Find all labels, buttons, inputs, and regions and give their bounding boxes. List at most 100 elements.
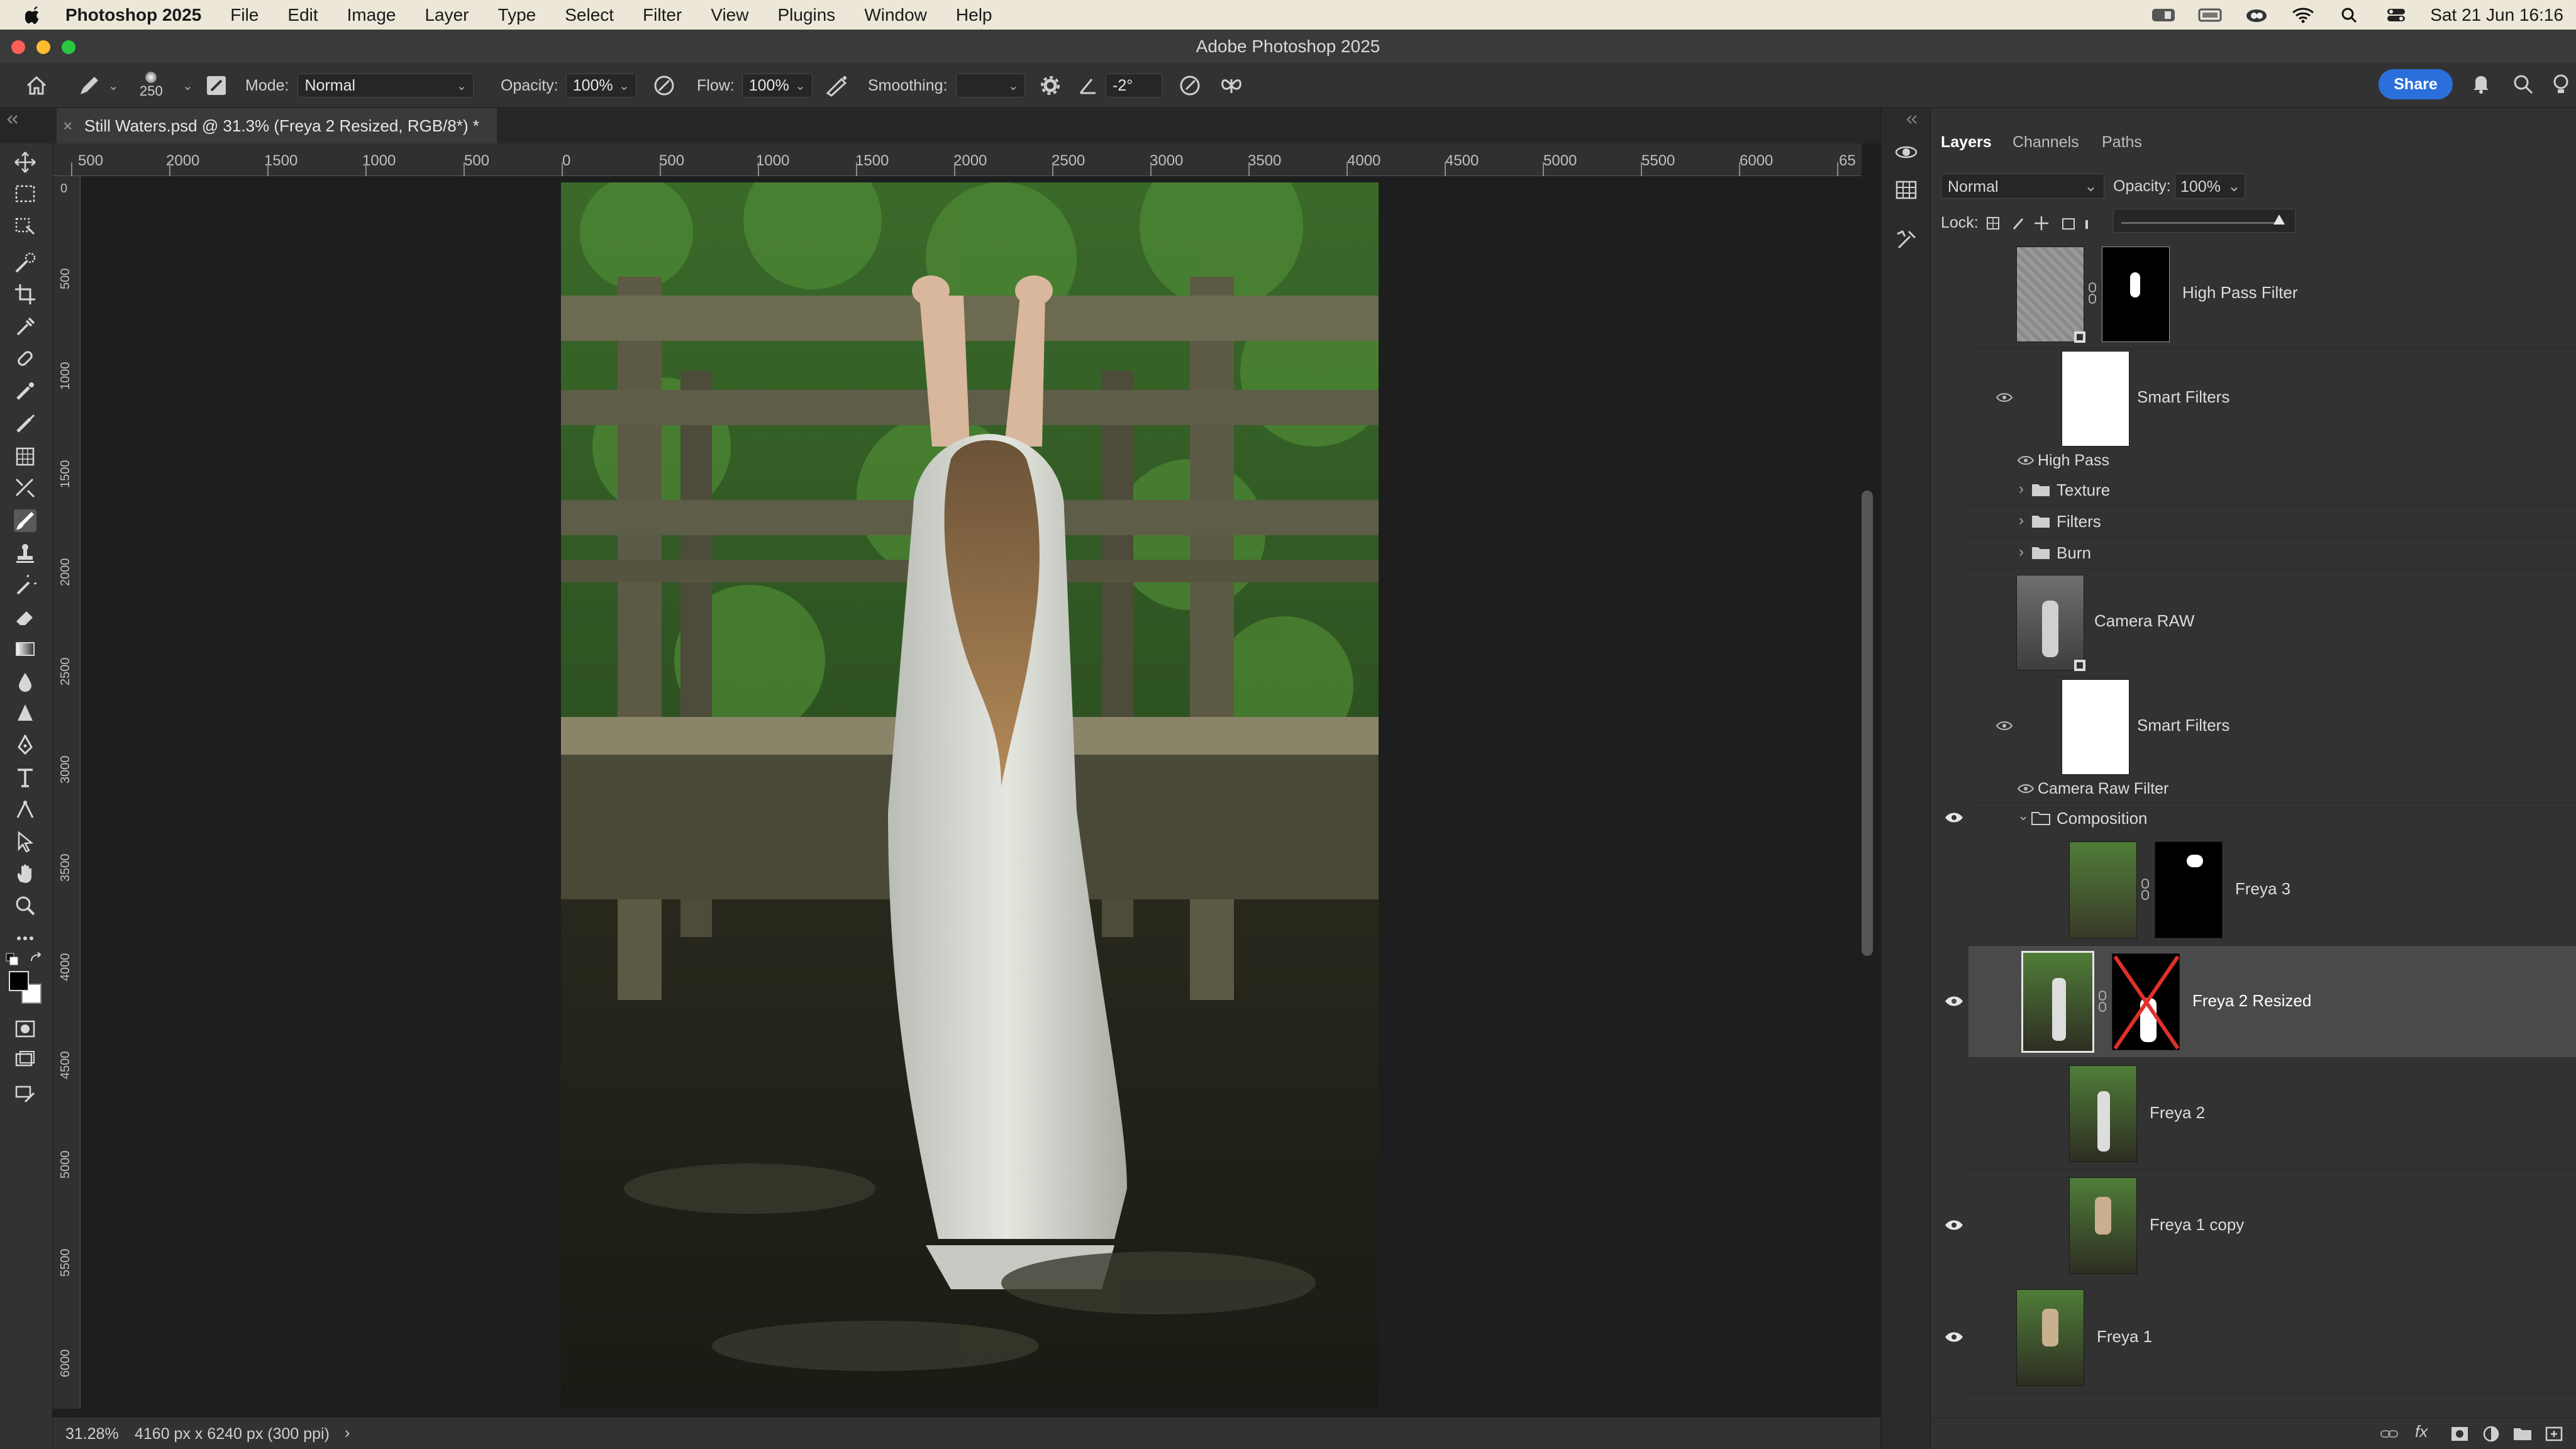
eraser-tool-icon[interactable] <box>14 606 36 629</box>
layer-group-row[interactable]: › Texture <box>1968 474 2576 506</box>
pressure-size-icon[interactable] <box>1179 74 1201 97</box>
collapse-toolbox-icon[interactable] <box>5 113 20 126</box>
filter-item-row[interactable]: High Pass <box>1968 447 2576 474</box>
quick-mask-icon[interactable] <box>14 1018 36 1040</box>
pen-tool-icon[interactable] <box>14 735 36 757</box>
zoom-window-button[interactable] <box>62 40 75 54</box>
screen-mode-icon[interactable] <box>14 1049 36 1072</box>
brush-tool-icon[interactable] <box>14 509 36 532</box>
layer-row[interactable]: Freya 1 copy <box>1945 1170 2576 1282</box>
type-tool-icon[interactable] <box>14 766 36 789</box>
filter-name[interactable]: Camera Raw Filter <box>2038 780 2168 798</box>
brush-tool-preset-icon[interactable] <box>75 73 103 98</box>
brush-picker-chevron-icon[interactable]: ⌄ <box>182 78 193 94</box>
smoothing-gear-icon[interactable] <box>1039 74 1062 97</box>
layer-name[interactable]: Freya 1 copy <box>2150 1215 2244 1235</box>
smart-filters-row[interactable]: Smart Filters <box>1968 348 2576 447</box>
layer-row[interactable]: Freya 1 <box>1945 1282 2576 1394</box>
edit-toolbar-icon[interactable] <box>14 1083 36 1106</box>
brush-settings-panel-icon[interactable] <box>205 74 228 97</box>
pressure-opacity-icon[interactable] <box>653 74 675 97</box>
menu-type[interactable]: Type <box>498 5 536 25</box>
menu-view[interactable]: View <box>711 5 748 25</box>
new-layer-icon[interactable] <box>2545 1426 2563 1442</box>
red-eye-tool-icon[interactable] <box>14 477 36 499</box>
menu-image[interactable]: Image <box>347 5 396 25</box>
chain-link-icon[interactable] <box>2098 990 2107 1013</box>
close-document-icon[interactable]: × <box>63 108 72 143</box>
3d-orbit-icon[interactable] <box>1894 140 1919 165</box>
menu-plugins[interactable]: Plugins <box>777 5 835 25</box>
layer-name[interactable]: Freya 3 <box>2235 879 2290 899</box>
app-menu[interactable]: Photoshop 2025 <box>65 5 201 25</box>
chevron-down-icon[interactable]: ⌄ <box>2018 808 2029 824</box>
filter-name[interactable]: High Pass <box>2038 452 2109 470</box>
patch-tool-icon[interactable] <box>14 413 36 435</box>
opacity-slider-track[interactable] <box>2121 222 2279 224</box>
swap-colors-icon[interactable] <box>29 952 44 966</box>
brush-angle-field[interactable]: -2° <box>1106 74 1162 97</box>
menu-edit[interactable]: Edit <box>287 5 318 25</box>
eye-icon[interactable] <box>2018 455 2034 465</box>
eyedropper-tool-icon[interactable] <box>14 316 36 338</box>
tab-paths[interactable]: Paths <box>2102 133 2142 152</box>
creative-cloud-icon[interactable] <box>2244 6 2269 24</box>
chevron-right-icon[interactable]: › <box>2019 480 2024 498</box>
menu-select[interactable]: Select <box>565 5 614 25</box>
chain-link-icon[interactable] <box>2088 282 2097 304</box>
layer-name[interactable]: Freya 1 <box>2097 1327 2152 1346</box>
vertical-scrollbar[interactable] <box>1862 491 1873 956</box>
history-brush-tool-icon[interactable] <box>14 575 36 597</box>
chevron-right-icon[interactable]: › <box>2019 543 2024 561</box>
layer-group-row[interactable]: › Burn <box>1968 537 2576 569</box>
horizontal-ruler[interactable]: 500 2000 1500 1000 500 0 500 1000 1500 2… <box>53 143 1862 176</box>
layer-mask-thumbnail-disabled[interactable] <box>2112 953 2180 1050</box>
minimize-window-button[interactable] <box>36 40 50 54</box>
layer-row-selected[interactable]: Freya 2 Resized <box>1945 946 2576 1058</box>
menu-window[interactable]: Window <box>864 5 927 25</box>
layer-name[interactable]: Freya 2 Resized <box>2192 991 2311 1011</box>
eye-icon[interactable] <box>1996 392 2012 402</box>
layer-name[interactable]: High Pass Filter <box>2182 283 2298 303</box>
crop-tool-icon[interactable] <box>14 283 36 306</box>
spotlight-search-icon[interactable] <box>2337 6 2362 24</box>
layer-mask-thumbnail[interactable] <box>2155 841 2223 938</box>
airbrush-icon[interactable] <box>824 74 849 97</box>
layer-name[interactable]: Burn <box>2057 543 2091 563</box>
zoom-level[interactable]: 31.28% <box>65 1425 119 1443</box>
notifications-bell-icon[interactable] <box>2469 72 2493 96</box>
opacity-field[interactable]: 100% ⌄ <box>565 74 636 97</box>
eye-icon[interactable] <box>1996 721 2012 731</box>
layer-group-row[interactable]: ⌄ Composition <box>1945 802 2576 834</box>
layer-row[interactable]: High Pass Filter <box>1968 240 2576 348</box>
chain-link-icon[interactable] <box>2141 878 2150 901</box>
adjustment-layer-icon[interactable] <box>2482 1426 2501 1442</box>
layer-row[interactable]: Camera RAW <box>1968 569 2576 677</box>
smart-filter-mask-thumbnail[interactable] <box>2062 679 2129 775</box>
collapse-panels-icon[interactable] <box>1905 114 1919 125</box>
quick-selection-tool-icon[interactable] <box>14 252 36 274</box>
opacity-slider-handle-icon[interactable] <box>2273 214 2285 225</box>
display-icon[interactable] <box>2197 6 2223 24</box>
eye-icon[interactable] <box>2018 784 2034 794</box>
menu-layer[interactable]: Layer <box>425 5 469 25</box>
spot-healing-tool-icon[interactable] <box>14 347 36 370</box>
symmetry-butterfly-icon[interactable] <box>1219 74 1244 97</box>
document-tab[interactable]: × Still Waters.psd @ 31.3% (Freya 2 Resi… <box>57 108 497 143</box>
hand-tool-icon[interactable] <box>14 863 36 886</box>
home-icon[interactable] <box>24 73 49 98</box>
blur-tool-icon[interactable] <box>14 670 36 693</box>
layer-style-fx-icon[interactable]: fx <box>2415 1422 2428 1441</box>
path-selection-tool-icon[interactable] <box>14 799 36 821</box>
layer-row[interactable]: Freya 2 <box>1968 1058 2576 1170</box>
direct-selection-tool-icon[interactable] <box>14 830 36 853</box>
filter-item-row[interactable]: Camera Raw Filter <box>1968 775 2576 802</box>
brush-size[interactable]: 250 <box>140 83 163 99</box>
layer-name[interactable]: Smart Filters <box>2137 716 2229 735</box>
table-grid-icon[interactable] <box>1894 177 1919 203</box>
eye-icon[interactable] <box>1945 1219 1963 1231</box>
foreground-color-swatch[interactable] <box>9 971 29 991</box>
new-group-icon[interactable] <box>2513 1426 2532 1442</box>
blend-mode-select[interactable]: Normal ⌄ <box>1941 174 2104 199</box>
menu-filter[interactable]: Filter <box>643 5 682 25</box>
